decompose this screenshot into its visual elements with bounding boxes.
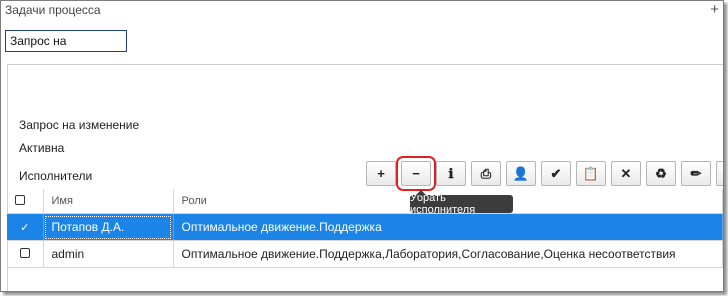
add-user-icon: 👤 <box>512 165 530 181</box>
edit-icon: ✏ <box>690 165 702 181</box>
recycle-button[interactable]: ♻ <box>646 161 676 186</box>
column-header-roles[interactable]: Роли <box>173 189 723 214</box>
executors-toolbar: + − ℹ ⎙ 👤 ✔ 📋 ✕ ♻ ✏ ⋯ <box>366 156 723 191</box>
edit-button[interactable]: ✏ <box>681 161 711 186</box>
delete-button[interactable]: ✕ <box>611 161 641 186</box>
print-button[interactable]: ⎙ <box>471 161 501 186</box>
panel-title: Задачи процесса <box>5 3 101 17</box>
info-button[interactable]: ℹ <box>436 161 466 186</box>
minus-icon: − <box>412 166 420 181</box>
task-status: Активна <box>19 141 65 155</box>
print-icon: ⎙ <box>480 165 492 181</box>
delete-icon: ✕ <box>620 165 632 181</box>
paste-icon: 📋 <box>582 165 600 181</box>
task-name: Запрос на изменение <box>19 118 140 132</box>
table-header: Имя Роли <box>7 189 723 214</box>
check-button[interactable]: ✔ <box>541 161 571 186</box>
search-input[interactable] <box>5 30 127 52</box>
table-row[interactable]: ✓ Потапов Д.А. Оптимальное движение.Подд… <box>7 213 723 241</box>
minus-button[interactable]: − <box>396 156 436 191</box>
table-row[interactable]: admin Оптимальное движение.Поддержка,Лаб… <box>7 240 723 268</box>
plus-button[interactable]: + <box>366 161 396 186</box>
select-all-checkbox[interactable] <box>7 189 44 214</box>
executor-name: admin <box>43 240 174 268</box>
executor-roles: Оптимальное движение.Поддержка,Лаборатор… <box>173 240 723 268</box>
column-header-name[interactable]: Имя <box>43 189 174 214</box>
info-icon: ℹ <box>448 165 454 181</box>
row-checkbox[interactable]: ✓ <box>7 213 44 241</box>
expand-icon[interactable]: + <box>710 1 719 18</box>
row-checkbox[interactable] <box>7 240 44 268</box>
tasks-panel: Задачи процесса + Запрос на изменение Ак… <box>0 0 724 292</box>
recycle-icon: ♻ <box>655 165 667 181</box>
check-icon: ✔ <box>550 165 562 181</box>
plus-icon: + <box>377 166 385 181</box>
executor-roles: Оптимальное движение.Поддержка <box>173 213 723 241</box>
more-button[interactable]: ⋯ <box>716 161 723 186</box>
executor-name: Потапов Д.А. <box>43 213 174 241</box>
add-user-button[interactable]: 👤 <box>506 161 536 186</box>
executors-label: Исполнители <box>19 169 93 183</box>
paste-button[interactable]: 📋 <box>576 161 606 186</box>
executors-table: Имя Роли ✓ Потапов Д.А. Оптимальное движ… <box>7 189 723 268</box>
